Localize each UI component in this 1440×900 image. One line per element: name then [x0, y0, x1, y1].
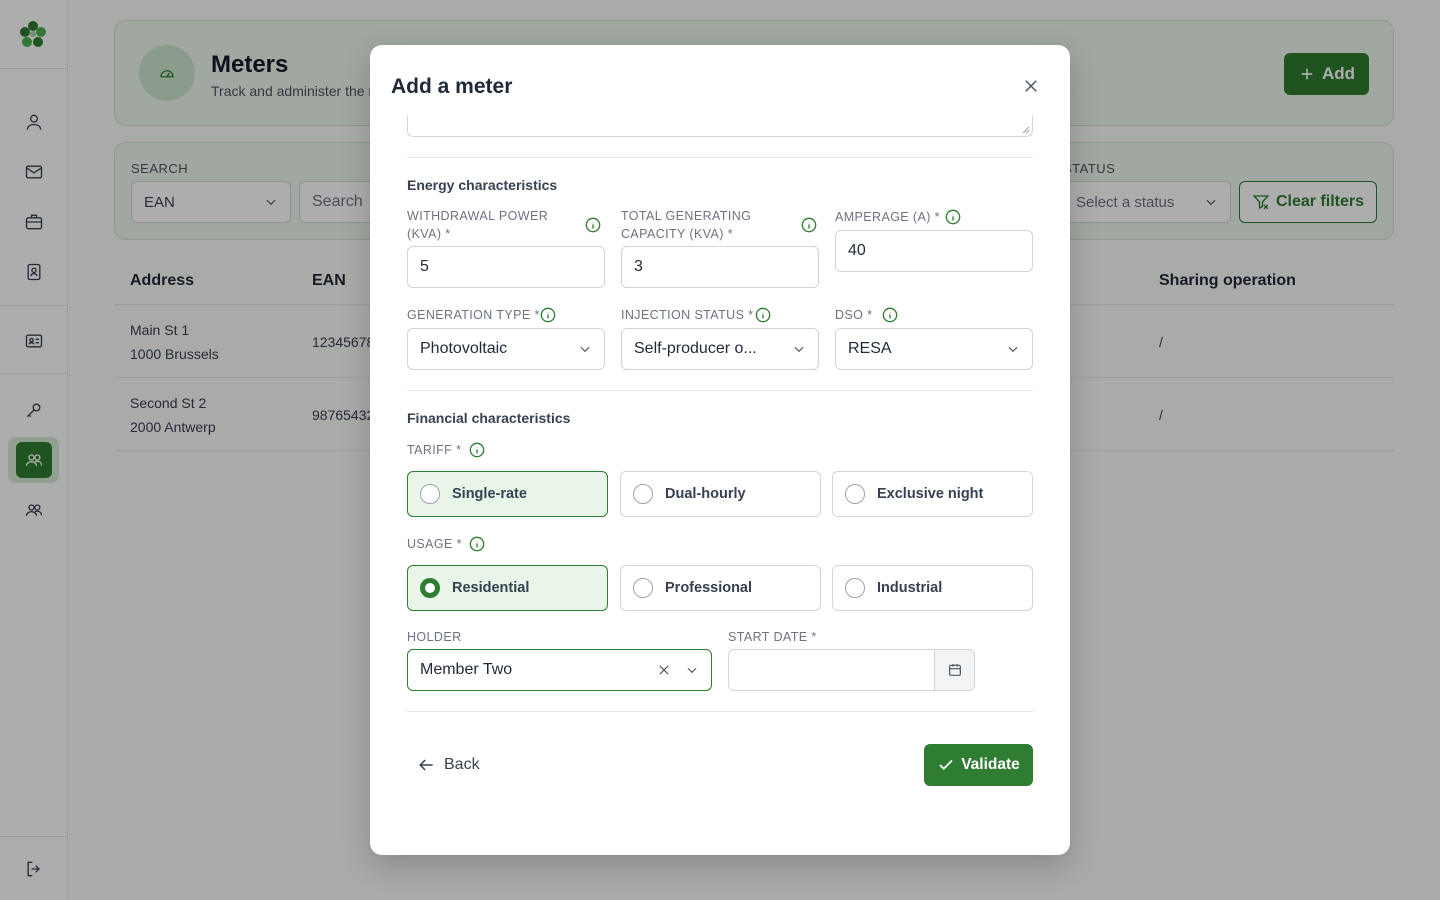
withdrawal-power-label-line2: (KVA) * [407, 227, 451, 241]
arrow-left-icon [419, 759, 433, 771]
dso-select[interactable]: RESA [835, 328, 1033, 370]
date-picker-button[interactable] [934, 649, 975, 691]
close-icon [1025, 80, 1037, 92]
tariff-option-single-rate[interactable]: Single-rate [407, 471, 608, 517]
info-icon[interactable] [801, 217, 817, 233]
tariff-option-label: Single-rate [452, 486, 527, 502]
radio-button[interactable] [420, 484, 440, 504]
generating-capacity-label: TOTAL GENERATING CAPACITY (KVA) * [621, 207, 751, 243]
generating-capacity-label-line1: TOTAL GENERATING [621, 209, 752, 223]
add-meter-modal: Add a meter Energy characteristics WITHD… [370, 45, 1070, 855]
holder-select[interactable]: Member Two [407, 649, 712, 691]
usage-option-residential[interactable]: Residential [407, 565, 608, 611]
clear-icon[interactable] [657, 663, 671, 677]
injection-status-select[interactable]: Self-producer o... [621, 328, 819, 370]
usage-option-label: Professional [665, 580, 753, 596]
financial-section-title: Financial characteristics [407, 410, 571, 426]
radio-button[interactable] [845, 578, 865, 598]
usage-option-label: Industrial [877, 580, 943, 596]
usage-option-label: Residential [452, 580, 530, 596]
resize-handle-icon[interactable] [1022, 126, 1030, 134]
info-icon[interactable] [469, 536, 485, 552]
withdrawal-power-label-line1: WITHDRAWAL POWER [407, 209, 549, 223]
chevron-down-icon [1008, 346, 1018, 353]
generating-capacity-label-line2: CAPACITY (KVA) * [621, 227, 733, 241]
radio-button[interactable] [633, 484, 653, 504]
radio-button-checked[interactable] [420, 578, 440, 598]
generation-type-label: GENERATION TYPE * [407, 308, 540, 322]
back-label: Back [444, 756, 480, 773]
validate-button[interactable]: Validate [924, 744, 1033, 786]
modal-title: Add a meter [391, 75, 513, 98]
amperage-label: AMPERAGE (A) * [835, 210, 940, 224]
info-icon[interactable] [882, 307, 898, 323]
radio-button[interactable] [633, 578, 653, 598]
amperage-input[interactable]: 40 [835, 230, 1033, 272]
info-icon[interactable] [469, 442, 485, 458]
start-date-label: START DATE * [728, 630, 817, 644]
dso-value: RESA [848, 340, 892, 357]
tariff-option-dual-hourly[interactable]: Dual-hourly [620, 471, 821, 517]
start-date-input[interactable] [728, 649, 935, 691]
generation-type-select[interactable]: Photovoltaic [407, 328, 605, 370]
chevron-down-icon [580, 346, 590, 353]
close-button[interactable] [1020, 75, 1042, 97]
withdrawal-power-input[interactable]: 5 [407, 246, 605, 288]
validate-label: Validate [961, 756, 1020, 773]
check-icon [939, 759, 953, 771]
generating-capacity-input[interactable]: 3 [621, 246, 819, 288]
radio-button[interactable] [845, 484, 865, 504]
info-icon[interactable] [585, 217, 601, 233]
tariff-option-label: Exclusive night [877, 486, 984, 502]
generation-type-value: Photovoltaic [420, 340, 508, 357]
chevron-down-icon [794, 346, 804, 353]
tariff-label: TARIFF * [407, 443, 462, 457]
back-button[interactable]: Back [416, 753, 480, 777]
notes-textarea[interactable] [407, 115, 1033, 137]
divider [407, 157, 1033, 158]
withdrawal-power-label: WITHDRAWAL POWER (KVA) * [407, 207, 548, 243]
info-icon[interactable] [755, 307, 771, 323]
injection-status-label: INJECTION STATUS * [621, 308, 754, 322]
energy-section-title: Energy characteristics [407, 177, 558, 193]
calendar-icon [948, 664, 961, 676]
tariff-option-label: Dual-hourly [665, 486, 746, 502]
tariff-option-exclusive-night[interactable]: Exclusive night [832, 471, 1033, 517]
holder-label: HOLDER [407, 630, 462, 644]
info-icon[interactable] [945, 209, 961, 225]
usage-label: USAGE * [407, 537, 462, 551]
divider [407, 711, 1033, 712]
usage-option-professional[interactable]: Professional [620, 565, 821, 611]
chevron-down-icon[interactable] [685, 663, 699, 677]
info-icon[interactable] [540, 307, 556, 323]
usage-option-industrial[interactable]: Industrial [832, 565, 1033, 611]
injection-status-value: Self-producer o... [634, 340, 757, 357]
divider [407, 390, 1033, 391]
dso-label: DSO * [835, 308, 873, 322]
holder-value: Member Two [420, 661, 513, 678]
